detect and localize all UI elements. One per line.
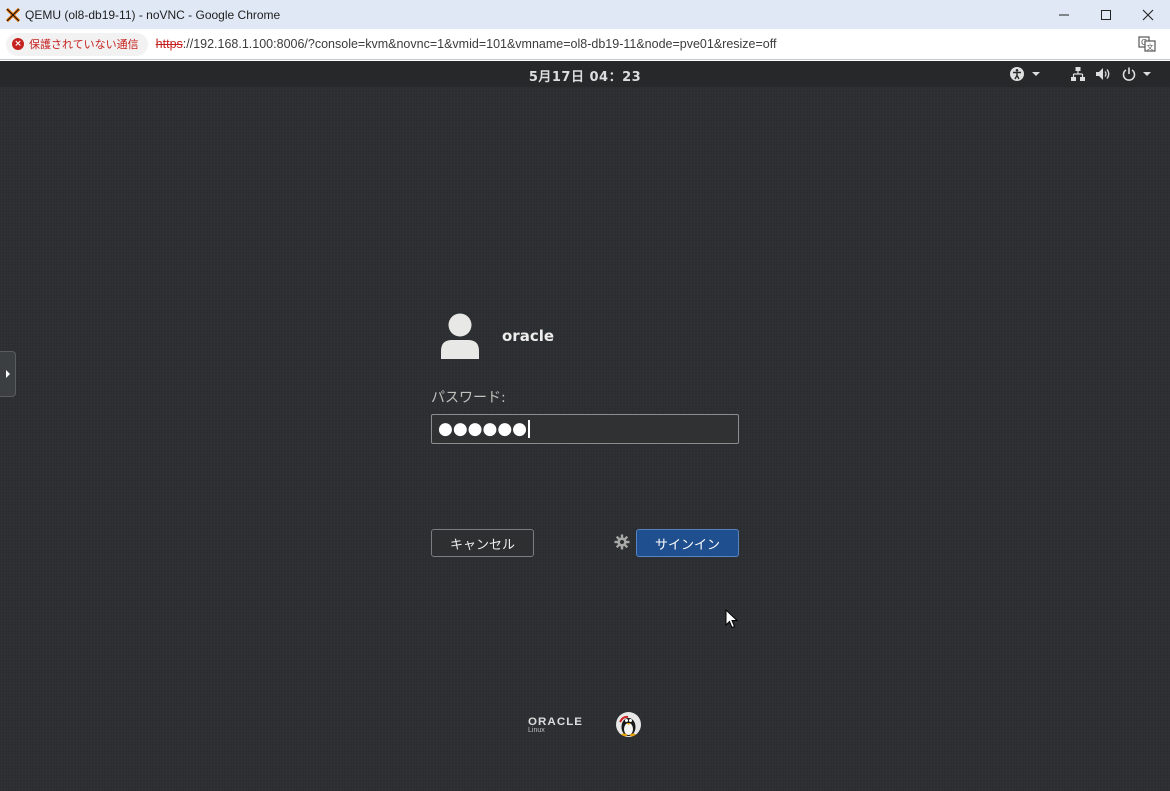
translate-icon[interactable]: G 文 [1138, 35, 1156, 53]
close-button[interactable] [1127, 0, 1169, 29]
novnc-control-bar-handle[interactable] [0, 351, 16, 397]
password-label: パスワード: [431, 390, 506, 406]
cancel-button[interactable]: キャンセル [431, 529, 534, 557]
minimize-icon [1059, 14, 1069, 15]
accessibility-menu[interactable] [1009, 65, 1042, 83]
url-scheme: https [155, 37, 183, 51]
chevron-down-icon [1143, 72, 1151, 76]
chevron-down-icon [1032, 72, 1040, 76]
username-label: oracle [502, 327, 555, 345]
close-icon [1142, 9, 1154, 20]
user-avatar-icon [431, 307, 489, 365]
url-rest: ://192.168.1.100:8006/?console=kvm&novnc… [182, 37, 777, 51]
user-entry[interactable]: oracle [431, 307, 739, 365]
network-icon [1071, 67, 1085, 81]
mouse-cursor-icon [725, 609, 739, 629]
security-label: 保護されていない通信 [29, 38, 139, 51]
product-name: Linux [528, 727, 545, 734]
oracle-linux-logo: ORACLE Linux [528, 716, 588, 734]
minimize-button[interactable] [1043, 0, 1085, 29]
system-menu[interactable] [1070, 65, 1153, 83]
power-icon [1122, 67, 1136, 81]
text-caret [528, 420, 531, 438]
proxmox-icon [6, 7, 20, 22]
login-dialog: oracle パスワード: ●●●●●● キャンセル サインイン [431, 307, 739, 557]
svg-text:文: 文 [1147, 43, 1154, 52]
volume-icon [1096, 68, 1110, 80]
signin-button[interactable]: サインイン [636, 529, 739, 557]
accessibility-icon [1010, 67, 1024, 81]
vnc-screen[interactable]: 5月17日 04：23 oracle パスワード: ●●●●●● キャンセル サ… [0, 61, 1170, 791]
gnome-top-bar: 5月17日 04：23 [0, 61, 1170, 87]
password-value: ●●●●●● [438, 418, 528, 439]
session-settings-button[interactable] [613, 533, 631, 551]
maximize-button[interactable] [1085, 0, 1127, 29]
clock[interactable]: 5月17日 04：23 [0, 66, 1170, 85]
address-bar[interactable]: × 保護されていない通信 https://192.168.1.100:8006/… [0, 29, 1170, 60]
gear-icon [614, 534, 630, 550]
tux-logo [616, 712, 641, 737]
security-indicator[interactable]: × 保護されていない通信 [6, 32, 148, 56]
warning-icon: × [12, 38, 24, 50]
window-title: QEMU (ol8-db19-11) - noVNC - Google Chro… [25, 7, 281, 22]
vendor-name: ORACLE [528, 716, 584, 728]
password-field[interactable]: ●●●●●● [431, 414, 739, 444]
browser-titlebar: QEMU (ol8-db19-11) - noVNC - Google Chro… [0, 0, 1170, 29]
maximize-icon [1101, 9, 1111, 20]
chevron-right-icon [5, 370, 10, 378]
url-text[interactable]: https://192.168.1.100:8006/?console=kvm&… [156, 37, 777, 51]
